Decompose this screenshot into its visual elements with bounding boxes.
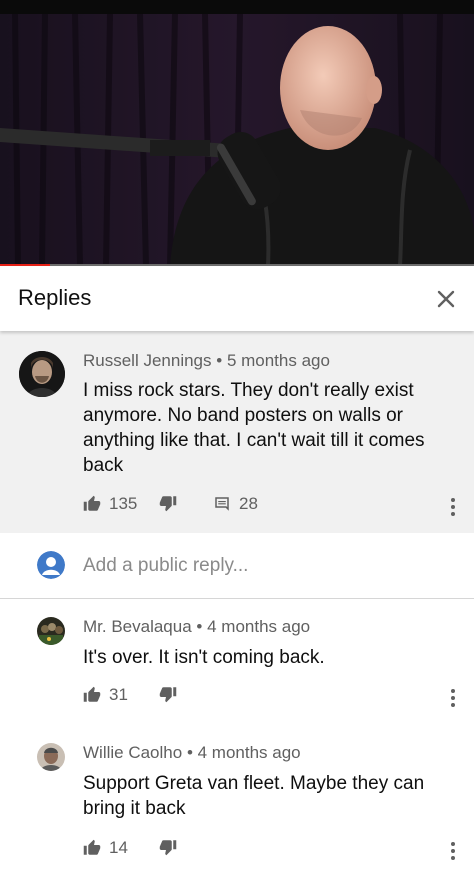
avatar[interactable] (37, 743, 65, 771)
author-name[interactable]: Willie Caolho (83, 743, 182, 762)
video-progress-bar[interactable] (0, 264, 474, 266)
comment-time: 4 months ago (197, 743, 301, 762)
author-avatar-image (19, 351, 65, 397)
like-button[interactable]: 14 (83, 838, 128, 858)
close-button[interactable] (432, 285, 460, 313)
parent-comment: Russell Jennings • 5 months ago I miss r… (0, 331, 474, 533)
avatar[interactable] (37, 617, 65, 645)
divider (0, 598, 474, 599)
add-reply-input[interactable]: Add a public reply... (83, 555, 248, 577)
video-progress-fill (0, 264, 50, 266)
author-avatar-image (37, 617, 65, 645)
more-options-button[interactable] (449, 840, 457, 862)
more-vert-icon (451, 842, 455, 860)
more-options-button[interactable] (449, 496, 457, 518)
thumbs-up-icon (83, 686, 101, 702)
account-icon (37, 551, 65, 579)
like-count: 31 (109, 685, 128, 704)
author-name[interactable]: Russell Jennings (83, 351, 212, 370)
like-count: 135 (109, 494, 138, 513)
account-avatar (37, 551, 65, 579)
meta-separator: • (216, 351, 227, 370)
comment-actions: 135 28 (83, 494, 463, 518)
more-options-button[interactable] (449, 687, 457, 709)
comment-time: 4 months ago (207, 617, 311, 636)
more-vert-icon (451, 689, 455, 707)
dislike-button[interactable] (159, 685, 177, 703)
author-name[interactable]: Mr. Bevalaqua (83, 617, 192, 636)
replies-title: Replies (18, 285, 92, 310)
comment-meta: Willie Caolho • 4 months ago (83, 743, 301, 763)
thumbs-down-icon (159, 687, 177, 703)
thumbs-up-icon (83, 495, 101, 511)
like-button[interactable]: 31 (83, 685, 128, 705)
comment-text: It's over. It isn't coming back. (83, 647, 325, 668)
comment-meta: Mr. Bevalaqua • 4 months ago (83, 617, 310, 637)
like-button[interactable]: 135 (83, 494, 137, 514)
meta-separator: • (186, 743, 198, 762)
more-vert-icon (451, 498, 455, 516)
dislike-button[interactable] (159, 494, 177, 512)
reply-count-button[interactable]: 28 (213, 494, 258, 514)
video-player[interactable] (0, 0, 474, 266)
video-frame (0, 0, 474, 266)
replies-header: Replies (0, 267, 474, 331)
comment-actions: 31 (83, 685, 463, 709)
avatar[interactable] (19, 351, 65, 397)
thumbs-down-icon (159, 840, 177, 856)
comment-actions: 14 (83, 838, 463, 862)
meta-separator: • (196, 617, 208, 636)
author-avatar-image (37, 743, 65, 771)
comment-text: Support Greta van fleet. Maybe they can … (83, 773, 425, 819)
close-icon (437, 290, 455, 308)
thumbs-up-icon (83, 839, 101, 855)
comment-icon (215, 497, 229, 511)
comment-text: I miss rock stars. They don't really exi… (83, 380, 425, 476)
dislike-button[interactable] (159, 838, 177, 856)
comment-meta: Russell Jennings • 5 months ago (83, 351, 330, 371)
reply-count: 28 (239, 494, 258, 513)
thumbs-down-icon (159, 496, 177, 512)
comment-time: 5 months ago (226, 351, 330, 370)
like-count: 14 (109, 838, 128, 857)
